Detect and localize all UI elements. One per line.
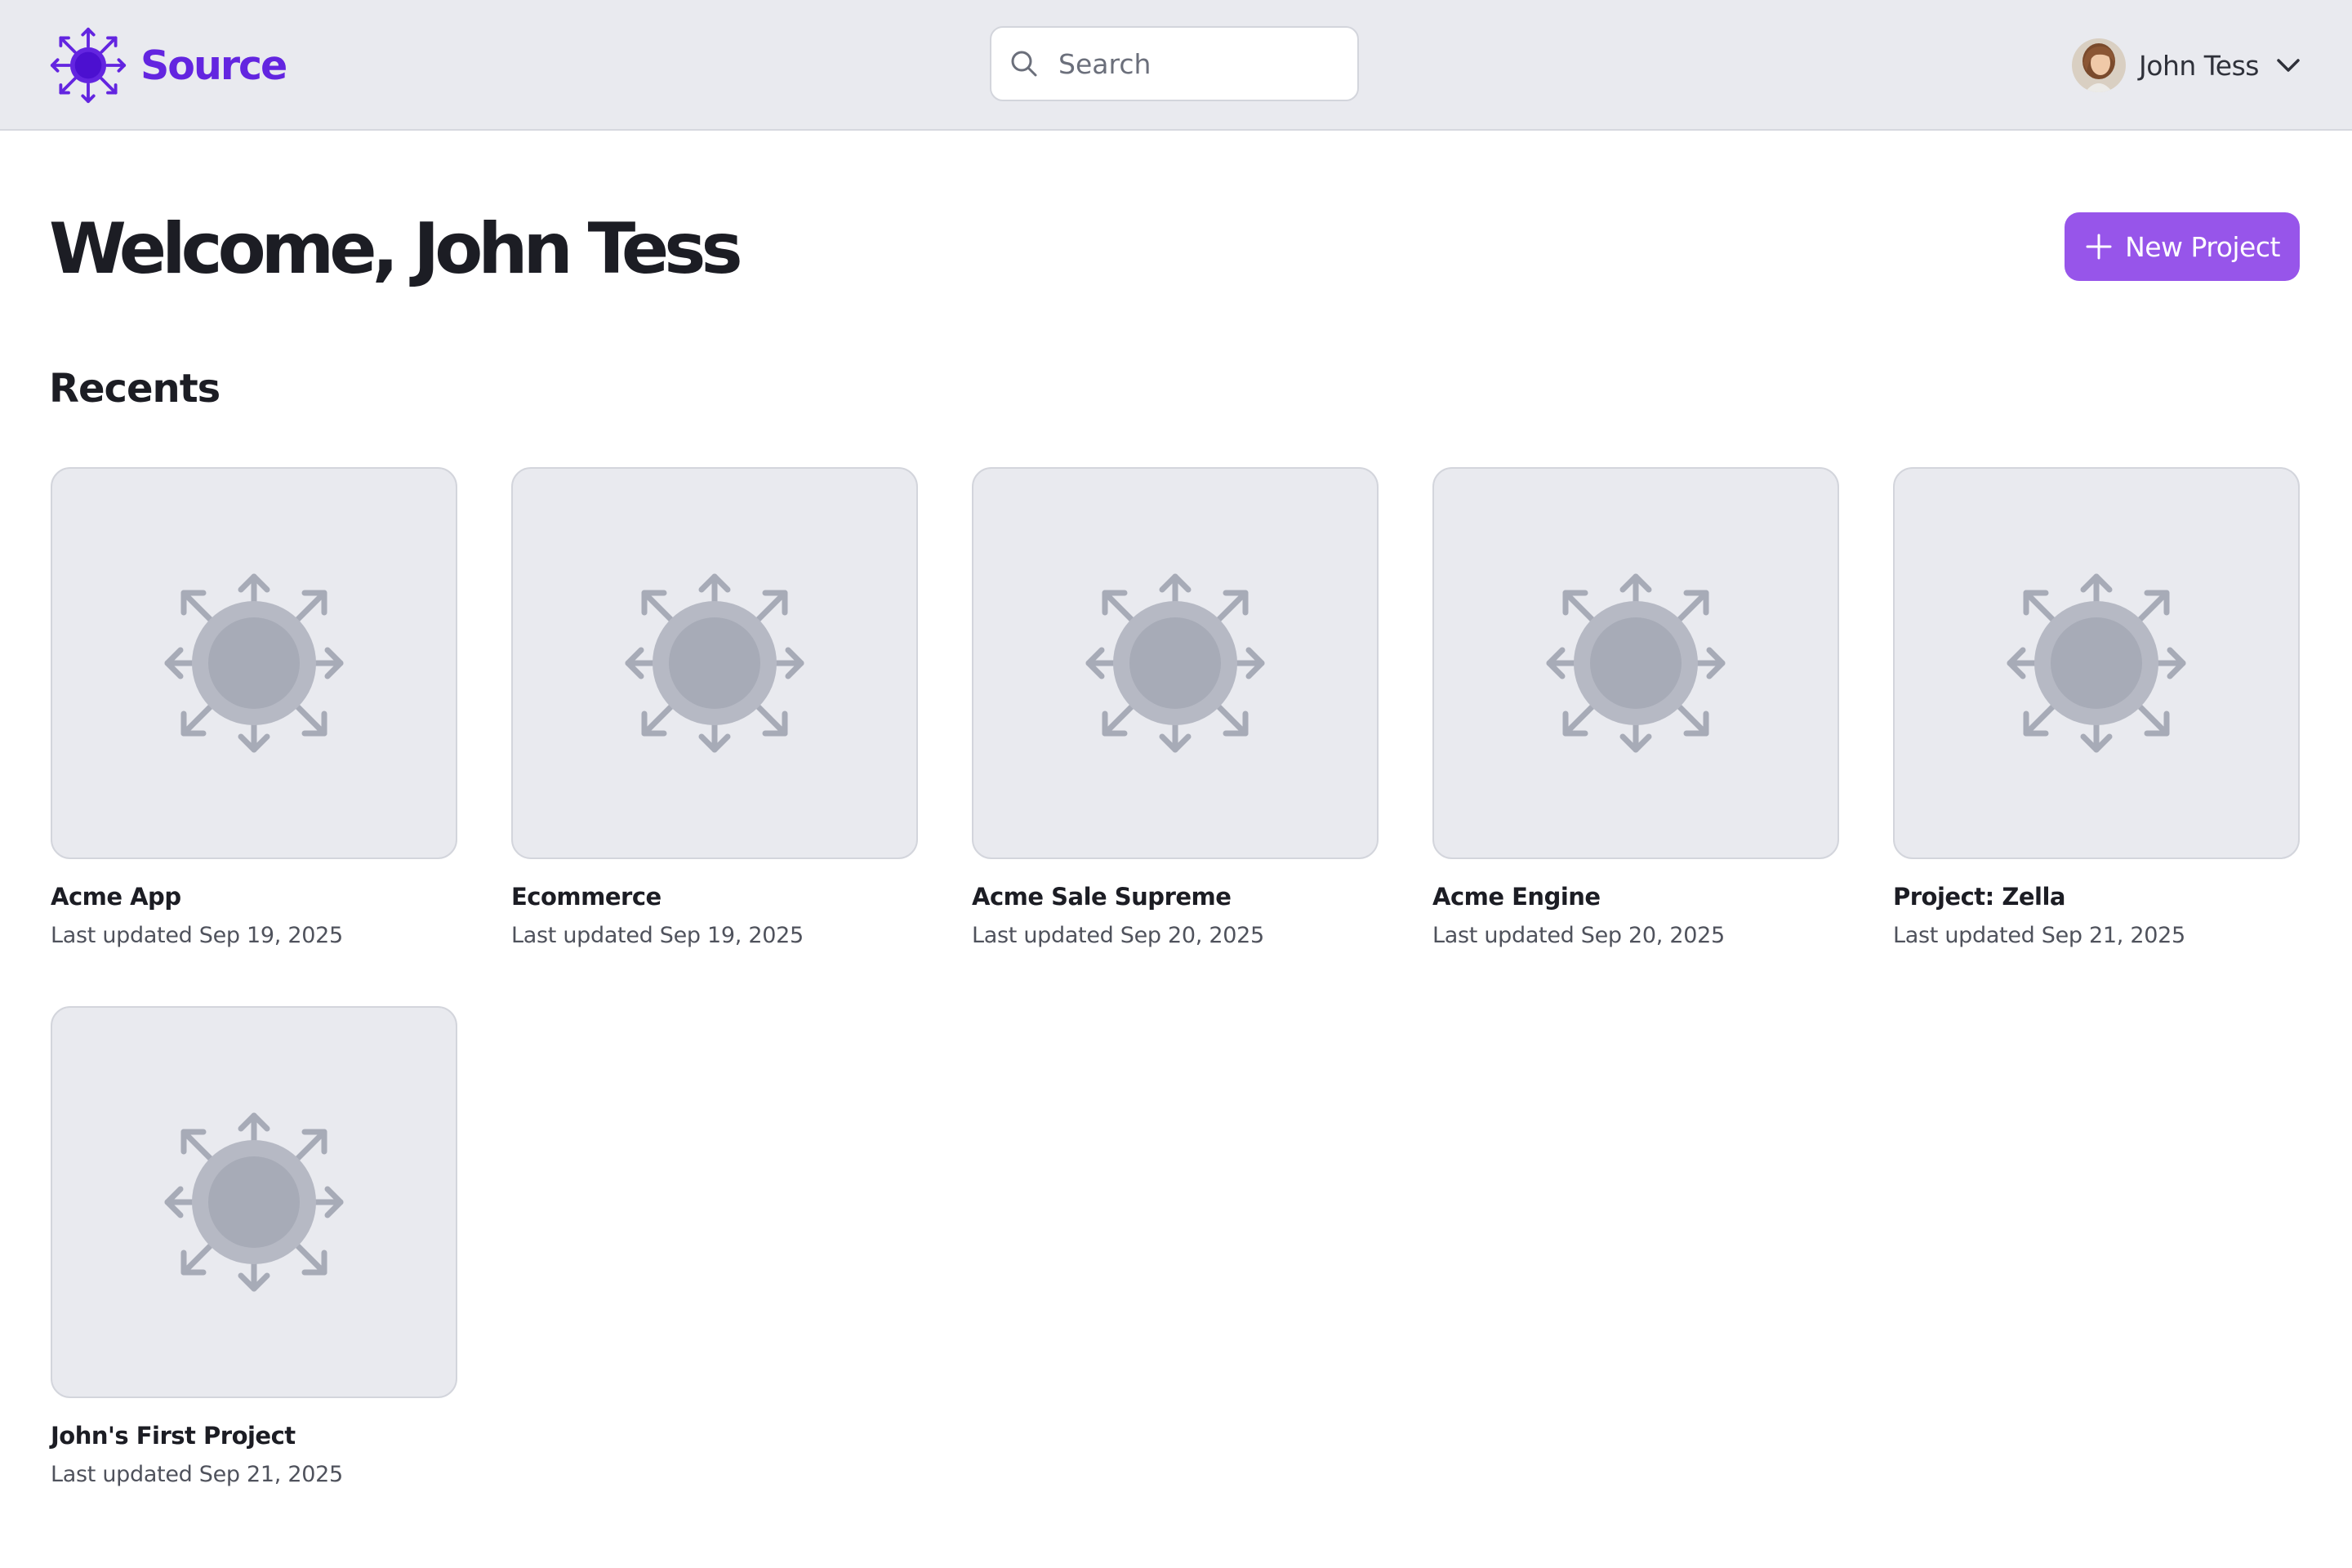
project-thumbnail[interactable] — [1893, 467, 2300, 859]
project-card[interactable]: Acme Engine Last updated Sep 20, 2025 — [1432, 467, 1839, 990]
source-logo-icon — [50, 27, 127, 104]
chevron-down-icon[interactable] — [2274, 51, 2303, 80]
project-card[interactable]: Acme Sale Supreme Last updated Sep 20, 2… — [972, 467, 1379, 990]
project-updated: Last updated Sep 20, 2025 — [972, 923, 1264, 948]
avatar — [2072, 38, 2127, 92]
placeholder-burst-icon — [617, 565, 813, 761]
project-thumbnail[interactable] — [972, 467, 1379, 859]
project-grid: Acme App Last updated Sep 19, 2025 Ecomm… — [51, 467, 2301, 1529]
project-card[interactable]: Acme App Last updated Sep 19, 2025 — [51, 467, 457, 990]
placeholder-burst-icon — [156, 565, 352, 761]
project-name[interactable]: Acme Sale Supreme — [972, 880, 1379, 913]
placeholder-burst-icon — [1077, 565, 1273, 761]
placeholder-burst-icon — [156, 1104, 352, 1300]
project-name[interactable]: Acme Engine — [1432, 880, 1839, 913]
page-title: Welcome, John Tess — [49, 208, 743, 290]
project-name[interactable]: Ecommerce — [511, 880, 918, 913]
project-thumbnail[interactable] — [511, 467, 918, 859]
placeholder-burst-icon — [1538, 565, 1734, 761]
project-card[interactable]: Project: Zella Last updated Sep 21, 2025 — [1893, 467, 2300, 990]
search-icon — [1011, 51, 1037, 77]
recents-heading: Recents — [49, 366, 220, 412]
logo[interactable]: Source — [49, 24, 287, 106]
project-card[interactable]: Ecommerce Last updated Sep 19, 2025 — [511, 467, 918, 990]
project-card[interactable]: John's First Project Last updated Sep 21… — [51, 1006, 457, 1529]
project-thumbnail[interactable] — [1432, 467, 1839, 859]
placeholder-burst-icon — [1998, 565, 2194, 761]
search-input[interactable] — [1058, 47, 1336, 80]
search-box[interactable] — [990, 26, 1359, 101]
project-updated: Last updated Sep 21, 2025 — [1893, 923, 2185, 948]
user-name: John Tess — [2139, 49, 2259, 82]
project-updated: Last updated Sep 21, 2025 — [51, 1462, 343, 1487]
project-updated: Last updated Sep 20, 2025 — [1432, 923, 1725, 948]
top-bar: Source John Tess — [0, 0, 2352, 131]
logo-text: Source — [140, 42, 287, 89]
project-updated: Last updated Sep 19, 2025 — [51, 923, 343, 948]
user-menu[interactable]: John Tess — [2072, 34, 2303, 96]
new-project-label: New Project — [2125, 230, 2280, 263]
project-updated: Last updated Sep 19, 2025 — [511, 923, 804, 948]
project-thumbnail[interactable] — [51, 467, 457, 859]
new-project-button[interactable]: New Project — [2065, 212, 2300, 281]
project-name[interactable]: Project: Zella — [1893, 880, 2300, 913]
project-thumbnail[interactable] — [51, 1006, 457, 1398]
plus-icon — [2086, 234, 2112, 260]
project-name[interactable]: John's First Project — [51, 1419, 457, 1452]
project-name[interactable]: Acme App — [51, 880, 457, 913]
